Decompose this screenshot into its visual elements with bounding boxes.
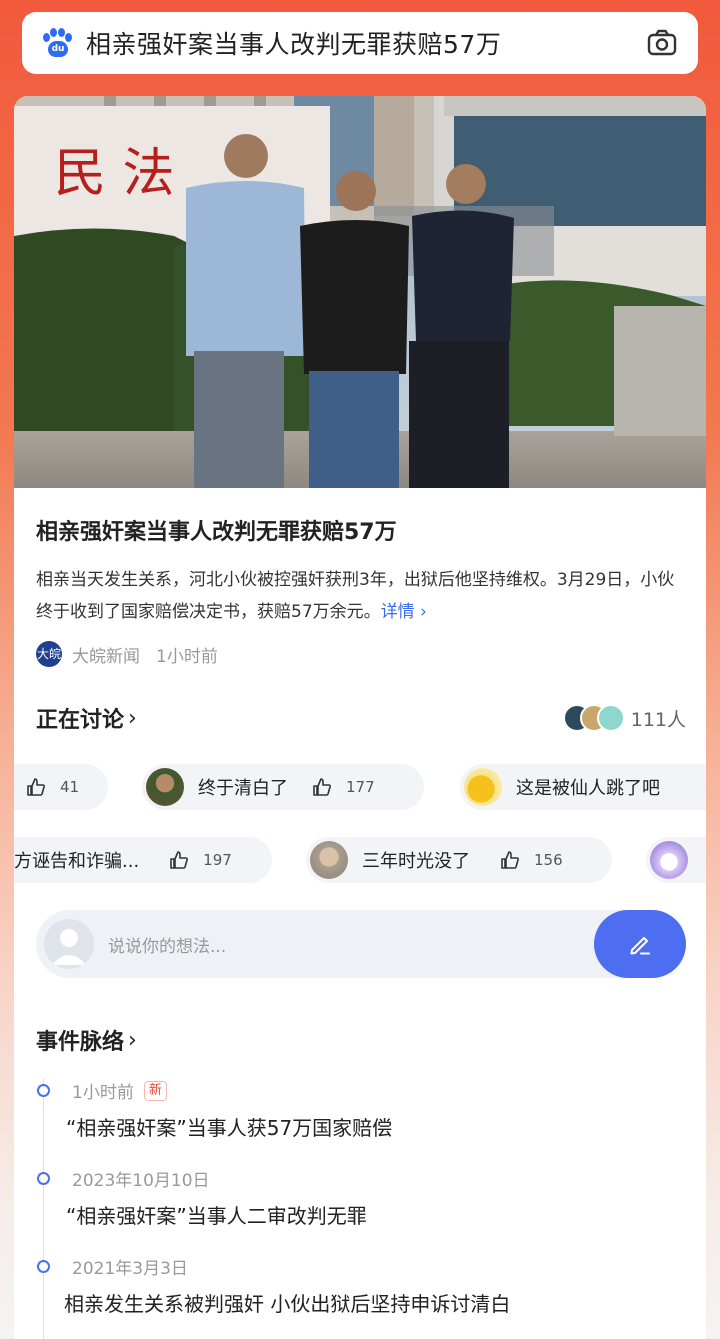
baidu-paw-icon: du xyxy=(42,28,72,58)
like-count: 41 xyxy=(60,778,80,796)
search-bar[interactable]: du 相亲强奸案当事人改判无罪获赔57万 xyxy=(22,12,698,74)
timeline-dot xyxy=(37,1260,50,1273)
avatar xyxy=(146,768,184,806)
timeline-dot xyxy=(37,1084,50,1097)
discussion-pill[interactable]: 终于清白了 177 xyxy=(142,764,424,810)
chevron-right-icon: › xyxy=(128,705,137,731)
discussion-pill[interactable]: 三年时光没了 156 xyxy=(306,837,612,883)
timeline-dot xyxy=(37,1172,50,1185)
timeline-date-row: 2023年10月10日 xyxy=(72,1166,210,1191)
new-badge: 新 xyxy=(143,1080,167,1101)
like-button[interactable]: 41 xyxy=(26,777,79,797)
timeline-date: 2021年3月3日 xyxy=(72,1259,188,1279)
timeline-date-row: 1小时前 新 xyxy=(72,1078,167,1103)
publish-time: 1小时前 xyxy=(156,646,218,667)
like-count: 156 xyxy=(534,851,563,869)
discussion-heading-text: 正在讨论 xyxy=(36,708,125,733)
thumb-up-icon xyxy=(501,851,519,869)
discussion-text: 这是被仙人跳了吧 xyxy=(516,778,660,799)
participant-avatars xyxy=(562,704,625,732)
timeline-line xyxy=(43,1078,44,1339)
discussion-pill[interactable] xyxy=(646,837,706,883)
discussion-text: 终于清白了 xyxy=(198,778,288,799)
like-button[interactable]: 197 xyxy=(169,850,232,870)
source-row: 大皖 大皖新闻 1小时前 xyxy=(36,641,218,667)
news-title[interactable]: 相亲强奸案当事人改判无罪获赔57万 xyxy=(36,514,397,546)
avatar xyxy=(464,768,502,806)
discussion-pill[interactable]: 41 xyxy=(14,764,108,810)
avatar xyxy=(310,841,348,879)
news-summary: 相亲当天发生关系，河北小伙被控强奸获刑3年，出狱后他坚持维权。3月29日，小伙终… xyxy=(36,564,686,628)
timeline-heading[interactable]: 事件脉络 › xyxy=(36,1024,137,1056)
like-count: 177 xyxy=(346,778,375,796)
news-card: 民 法 相亲强奸案当事人改判无罪获赔57万 相亲当天发生关系，河北小伙被控强奸获… xyxy=(14,96,706,1339)
avatar xyxy=(596,704,625,732)
details-link[interactable]: 详情 › xyxy=(381,602,427,622)
thumb-up-icon xyxy=(170,851,189,869)
timeline-heading-text: 事件脉络 xyxy=(36,1030,125,1055)
camera-icon[interactable] xyxy=(646,27,678,59)
discussion-pill[interactable]: 方诬告和诈骗... 197 xyxy=(14,837,272,883)
participants-count: 111人 xyxy=(630,708,686,731)
source-name[interactable]: 大皖新闻 xyxy=(72,642,140,667)
participants[interactable]: 111人 xyxy=(562,704,686,732)
summary-text: 相亲当天发生关系，河北小伙被控强奸获刑3年，出狱后他坚持维权。3月29日，小伙终… xyxy=(36,570,675,622)
news-photo[interactable]: 民 法 xyxy=(14,96,706,488)
thumb-up-icon xyxy=(27,778,45,796)
timeline-date: 2023年10月10日 xyxy=(72,1171,210,1191)
discussion-heading[interactable]: 正在讨论 › xyxy=(36,702,137,734)
timeline-text[interactable]: 相亲发生关系被判强奸 小伙出狱后坚持申诉讨清白 xyxy=(64,1288,510,1317)
user-avatar xyxy=(44,919,94,969)
discussion-text: 三年时光没了 xyxy=(362,851,470,872)
photo-sign-text: 民 法 xyxy=(54,144,175,204)
discussion-text: 方诬告和诈骗... xyxy=(14,851,140,872)
like-count: 197 xyxy=(203,851,232,869)
comment-box[interactable]: 说说你的想法... xyxy=(36,910,686,978)
source-logo: 大皖 xyxy=(36,641,62,667)
timeline-date: 1小时前 xyxy=(72,1083,134,1103)
avatar xyxy=(650,841,688,879)
discussion-pill[interactable]: 这是被仙人跳了吧 xyxy=(460,764,706,810)
search-query[interactable]: 相亲强奸案当事人改判无罪获赔57万 xyxy=(86,25,646,61)
timeline-text[interactable]: “相亲强奸案”当事人获57万国家赔偿 xyxy=(66,1112,392,1141)
like-button[interactable]: 156 xyxy=(500,850,563,870)
comment-input[interactable]: 说说你的想法... xyxy=(108,932,594,957)
timeline-date-row: 2021年3月3日 xyxy=(72,1254,188,1279)
timeline-text[interactable]: “相亲强奸案”当事人二审改判无罪 xyxy=(66,1200,367,1229)
thumb-up-icon xyxy=(313,778,331,796)
compose-button[interactable] xyxy=(594,910,686,978)
like-button[interactable]: 177 xyxy=(312,777,375,797)
pencil-icon xyxy=(630,937,650,955)
chevron-right-icon: › xyxy=(128,1027,137,1053)
